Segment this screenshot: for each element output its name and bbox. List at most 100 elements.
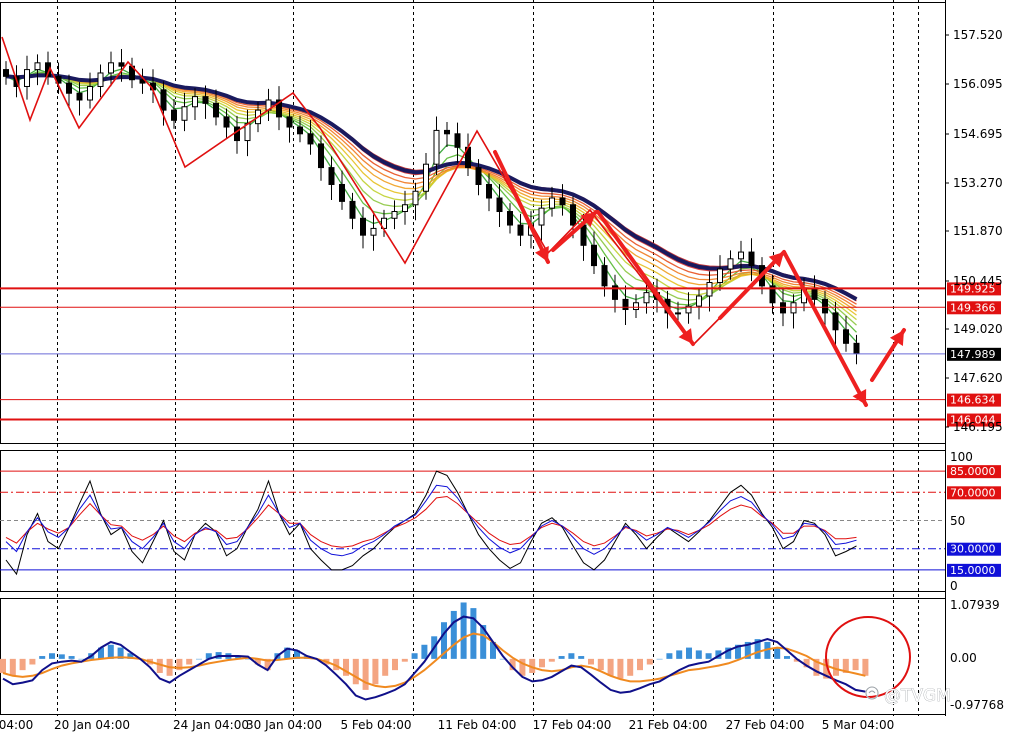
chart-window: 149.925 149.366 146.634 146.044 147.989 157.5…: [0, 0, 1012, 736]
ribbon-ema-line: [5, 68, 857, 343]
candle: [129, 57, 135, 89]
candle: [3, 61, 9, 85]
macd-bar: [411, 653, 418, 659]
candle-body: [87, 85, 93, 101]
candle: [465, 133, 471, 177]
candle: [318, 135, 324, 181]
macd-bar: [401, 658, 408, 662]
macd-bar: [19, 658, 26, 671]
candle: [139, 68, 146, 94]
candle-body: [171, 109, 177, 121]
candle: [685, 292, 692, 324]
candle-body: [811, 288, 818, 300]
annotations: [493, 150, 911, 698]
candle-body: [370, 227, 377, 236]
price-tick-label: 154.695: [953, 127, 1003, 141]
x-tick-label: 20 Jan 04:00: [54, 718, 130, 732]
candle-body: [591, 244, 597, 267]
macd-bar: [588, 658, 594, 665]
macd-bar: [578, 656, 585, 659]
candle: [370, 214, 377, 251]
candle-body: [412, 190, 419, 206]
macd-tick-label: 1.07939: [950, 598, 1000, 612]
arrow-shaft: [782, 250, 868, 407]
current-price-label: 147.989: [950, 348, 996, 361]
osc-level-tag-label: 30.0000: [950, 543, 996, 556]
candle: [34, 54, 41, 86]
macd-bar: [666, 653, 673, 659]
candle: [108, 51, 114, 87]
macd-bar: [450, 610, 457, 659]
macd-bar: [421, 644, 428, 659]
candle-body: [108, 62, 114, 74]
ribbon-ema-line: [5, 71, 857, 333]
candle-body: [549, 197, 555, 209]
macd-bar: [362, 658, 369, 690]
candle-body: [160, 89, 167, 111]
candle: [790, 294, 797, 329]
candle-body: [339, 183, 345, 202]
candle-body: [517, 224, 524, 236]
arrow-down-1: [493, 150, 550, 264]
candle-body: [780, 302, 786, 314]
candle: [633, 294, 639, 318]
macd-bar: [597, 658, 604, 671]
macd-bar: [784, 656, 790, 659]
x-tick-label: 5 Feb 04:00: [340, 718, 411, 732]
macd-bar: [372, 658, 379, 685]
candle-body: [696, 295, 702, 307]
candle-body: [507, 211, 513, 226]
macd-bar: [774, 647, 781, 659]
candle-body: [234, 126, 240, 142]
candle-body: [307, 133, 314, 145]
osc-level-tag-label: 15.0000: [950, 564, 996, 577]
x-tick-label: 11 Feb 04:00: [438, 718, 517, 732]
macd-tick-label: 0.00: [950, 651, 977, 665]
macd-bar: [39, 656, 46, 659]
highlight-circle: [825, 616, 911, 698]
candle-body: [633, 302, 639, 311]
candle-body: [832, 312, 839, 331]
candle-body: [444, 129, 450, 135]
candle-body: [570, 204, 576, 226]
price-axis: 149.925149.366146.634146.044147.989157.5…: [945, 28, 1004, 712]
candle-body: [66, 82, 72, 94]
price-tick-label: 150.445: [953, 274, 1003, 288]
candle: [843, 315, 849, 352]
candle-body: [454, 133, 461, 148]
chart-canvas[interactable]: 149.925149.366146.634146.044147.989157.5…: [0, 0, 1012, 736]
candle-body: [843, 329, 849, 344]
candle-body: [643, 292, 650, 304]
osc-line-red: [5, 495, 857, 548]
candle-body: [822, 298, 828, 314]
macd-bar: [539, 658, 545, 668]
candle-body: [853, 342, 860, 354]
x-tick-label: 30 Jan 04:00: [246, 718, 322, 732]
osc-level-tag-label: 70.0000: [950, 486, 996, 499]
macd-bar: [607, 658, 614, 676]
macd-bar: [646, 658, 653, 665]
candle-body: [727, 258, 734, 270]
candle: [517, 213, 524, 246]
candle: [276, 86, 282, 131]
macd-bar: [548, 658, 555, 662]
x-tick-label: 24 Jan 04:00: [173, 718, 249, 732]
osc-line-black: [5, 470, 857, 576]
ribbon-ema-line: [5, 72, 857, 326]
price-tick-label: 157.520: [953, 28, 1003, 42]
x-tick-label: 04:00: [0, 718, 33, 732]
arrow-up-3: [870, 328, 906, 382]
x-tick-label: 17 Feb 04:00: [533, 718, 612, 732]
candle-body: [76, 92, 83, 101]
candle: [402, 190, 408, 225]
macd-bar: [617, 658, 624, 679]
candle: [328, 156, 335, 201]
level-tag-label: 149.366: [950, 301, 996, 314]
candle-body: [496, 197, 503, 213]
macd-bar: [695, 650, 702, 659]
candle-body: [223, 116, 230, 128]
x-tick-label: 5 Mar 04:00: [822, 718, 895, 732]
osc-tick-label: 0: [950, 579, 958, 593]
price-tick-label: 151.870: [953, 224, 1003, 238]
candle-body: [286, 116, 293, 128]
